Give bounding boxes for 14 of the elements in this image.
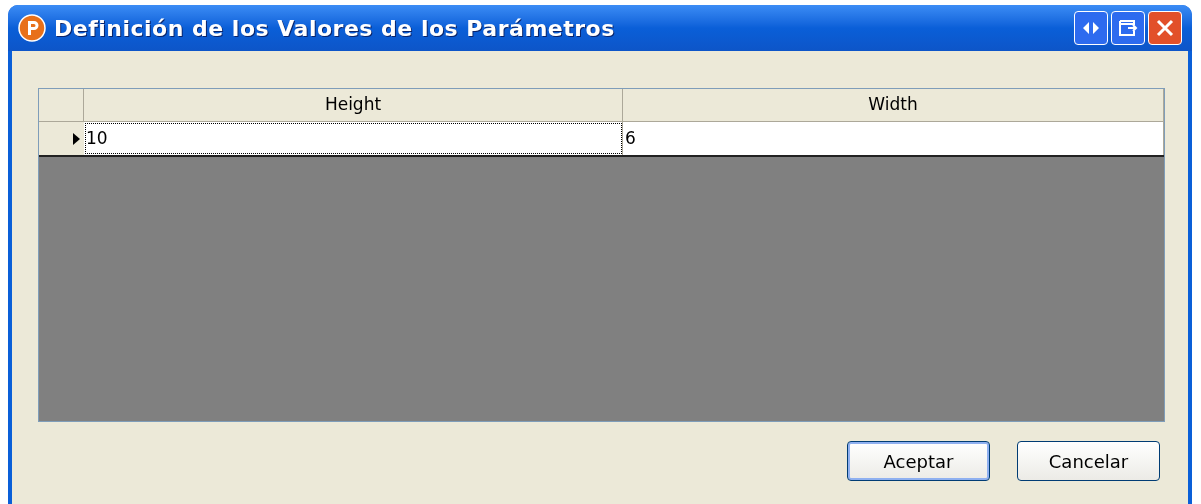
window-arrow-icon bbox=[1118, 19, 1138, 37]
table-cell[interactable]: 10 bbox=[84, 122, 623, 155]
dialog-button[interactable]: Cancelar bbox=[1017, 441, 1160, 481]
left-right-arrows-icon bbox=[1083, 21, 1099, 35]
app-logo-icon bbox=[18, 14, 46, 42]
table-cell[interactable]: 6 bbox=[623, 122, 1164, 155]
window-title: Definición de los Valores de los Parámetros bbox=[54, 14, 615, 43]
close-icon bbox=[1156, 19, 1174, 37]
dialog-button[interactable]: Aceptar bbox=[847, 441, 990, 481]
close-button[interactable] bbox=[1148, 11, 1182, 45]
current-row-pointer-icon bbox=[73, 132, 80, 145]
resize-button[interactable] bbox=[1074, 11, 1108, 45]
row-header[interactable] bbox=[39, 122, 84, 155]
window-button[interactable] bbox=[1111, 11, 1145, 45]
